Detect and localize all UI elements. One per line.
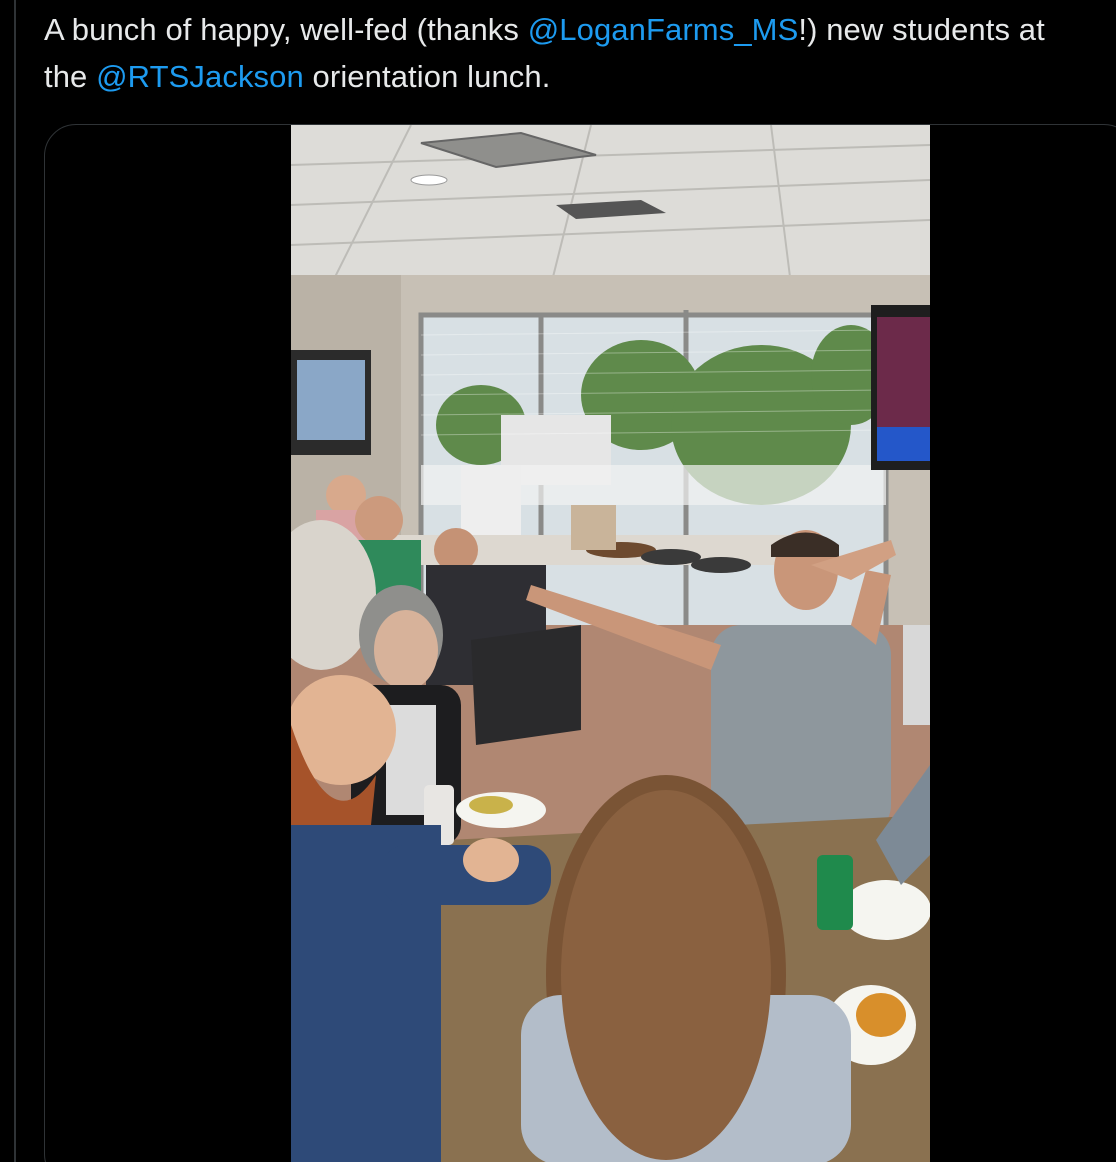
mention-link-loganfarms[interactable]: @LoganFarms_MS [528, 12, 799, 47]
tweet-text-line-2: the @RTSJackson orientation lunch. [44, 53, 1116, 100]
media-card[interactable] [44, 124, 1116, 1162]
video-still-image [291, 125, 930, 1162]
tweet-text: A bunch of happy, well-fed (thanks @Loga… [44, 6, 1116, 100]
tweet-text-segment: !) new students at [798, 12, 1045, 47]
mention-link-rtsjackson[interactable]: @RTSJackson [96, 59, 304, 94]
tweet-text-line-1: A bunch of happy, well-fed (thanks @Loga… [44, 6, 1116, 53]
thread-connector-line [14, 0, 16, 1162]
tweet-text-segment: the [44, 59, 97, 94]
video-player[interactable] [291, 125, 930, 1162]
tweet-text-segment: orientation lunch. [303, 59, 551, 94]
tweet-text-segment: A bunch of happy, well-fed (thanks [44, 12, 528, 47]
